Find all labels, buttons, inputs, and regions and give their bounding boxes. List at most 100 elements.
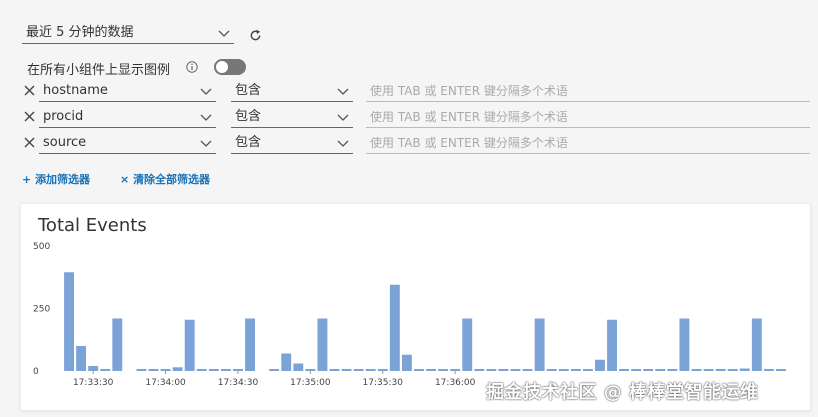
chart-bar[interactable] [679, 318, 690, 372]
refresh-icon[interactable] [249, 29, 262, 42]
filter-terms-input[interactable] [366, 106, 810, 128]
y-tick-label: 0 [33, 367, 39, 377]
chart-bar[interactable] [570, 369, 581, 371]
chart-bar[interactable] [389, 284, 400, 371]
x-tick-label: 17:35:00 [290, 378, 331, 388]
chart-bar[interactable] [510, 369, 521, 371]
chart-bar[interactable] [450, 369, 461, 371]
chart-bar[interactable] [64, 272, 74, 371]
x-tick-label: 17:34:30 [218, 378, 259, 388]
chart-bar[interactable] [341, 369, 352, 371]
filter-operator-value: 包含 [235, 83, 262, 98]
chart-bar[interactable] [329, 369, 340, 371]
filter-operator-select[interactable]: 包含 [231, 106, 353, 128]
x-tick-label: 17:35:30 [363, 378, 404, 388]
watermark: 掘金技术社区 @ 棒棒堂智能运维 [486, 382, 759, 403]
chart-bar[interactable] [160, 369, 171, 371]
chart-bar[interactable] [655, 369, 666, 371]
filter-operator-select[interactable]: 包含 [231, 132, 353, 154]
plus-icon: + [22, 173, 32, 186]
x-tick-label: 17:33:30 [73, 378, 114, 388]
chart-bar[interactable] [776, 369, 786, 371]
chart-bar[interactable] [715, 369, 726, 371]
chart-bar[interactable] [667, 369, 678, 371]
chart-bar[interactable] [317, 318, 328, 372]
chart-bar[interactable] [763, 369, 774, 371]
chart-bar[interactable] [196, 369, 207, 371]
filter-field-select[interactable]: procid [39, 106, 216, 128]
chart-bar[interactable] [739, 368, 750, 372]
chart-bar[interactable] [184, 319, 195, 371]
chart-bar[interactable] [426, 369, 436, 371]
filter-terms-input[interactable] [366, 80, 810, 102]
chart-bar[interactable] [353, 369, 364, 371]
chevron-down-icon [337, 88, 349, 95]
legend-toggle-switch[interactable] [214, 59, 246, 75]
add-filter-label: 添加筛选器 [35, 173, 91, 186]
chart-bar[interactable] [100, 369, 111, 371]
time-range-value: 最近 5 分钟的数据 [26, 25, 134, 40]
chart-bar[interactable] [534, 318, 545, 372]
chart-bar[interactable] [365, 369, 376, 371]
info-icon[interactable] [186, 61, 198, 73]
chart-bar[interactable] [76, 346, 87, 371]
chart-bar[interactable] [269, 369, 280, 371]
chart-bar[interactable] [607, 319, 617, 371]
chart-bar[interactable] [208, 369, 219, 371]
chart-bar[interactable] [112, 318, 123, 372]
clear-filters-label: 清除全部筛选器 [133, 173, 211, 186]
chart-bar[interactable] [727, 369, 738, 371]
filter-field-value: source [43, 135, 87, 150]
filter-operator-select[interactable]: 包含 [231, 80, 353, 102]
chart-bar[interactable] [751, 318, 762, 372]
chart-bar[interactable] [293, 363, 304, 372]
chart-bar[interactable] [172, 367, 183, 371]
remove-filter-icon[interactable] [24, 137, 35, 148]
chart-bar[interactable] [474, 369, 485, 371]
chart-bar[interactable] [619, 369, 630, 371]
chart-bar[interactable] [88, 366, 99, 371]
filter-terms-input[interactable] [366, 132, 810, 154]
chevron-down-icon [200, 140, 212, 147]
clear-filters-link[interactable]: × 清除全部筛选器 [120, 171, 210, 187]
chart-bar[interactable] [522, 369, 533, 371]
chart-bar[interactable] [377, 369, 388, 371]
chart-bar[interactable] [414, 369, 424, 371]
chart-bar[interactable] [486, 369, 497, 371]
chart-bar[interactable] [148, 369, 159, 371]
chart-bar[interactable] [462, 318, 473, 372]
chart-bar[interactable] [245, 318, 255, 372]
chart-bar[interactable] [582, 369, 593, 371]
x-tick-label: 17:34:00 [145, 378, 186, 388]
chart-bar[interactable] [631, 369, 642, 371]
y-tick-label: 500 [33, 242, 50, 252]
chevron-down-icon [200, 88, 212, 95]
filter-field-select[interactable]: source [39, 132, 216, 154]
chart-bar[interactable] [136, 369, 147, 371]
chart-bar[interactable] [498, 369, 509, 371]
chart-bar[interactable] [703, 369, 714, 371]
remove-filter-icon[interactable] [24, 85, 35, 96]
chart-bar[interactable] [220, 369, 231, 371]
close-icon: × [120, 173, 130, 186]
filter-field-value: hostname [43, 83, 108, 98]
x-tick-label: 17:36:00 [435, 378, 476, 388]
time-range-select[interactable]: 最近 5 分钟的数据 [22, 22, 234, 44]
chart-bar[interactable] [558, 369, 569, 371]
chart-bar[interactable] [595, 359, 605, 371]
remove-filter-icon[interactable] [24, 111, 35, 122]
chart-bar[interactable] [281, 353, 292, 372]
add-filter-link[interactable]: + 添加筛选器 [22, 171, 90, 187]
chart-bar[interactable] [438, 369, 449, 371]
chart-bar[interactable] [691, 369, 702, 371]
chevron-down-icon [218, 30, 230, 37]
filter-operator-value: 包含 [235, 109, 262, 124]
chart-bar[interactable] [643, 369, 654, 371]
chart-bar[interactable] [305, 369, 316, 371]
chart-bar[interactable] [401, 354, 412, 371]
chart-bar[interactable] [546, 369, 557, 371]
chart-bar[interactable] [233, 369, 243, 371]
filter-field-select[interactable]: hostname [39, 80, 216, 102]
y-tick-label: 250 [33, 305, 50, 315]
chevron-down-icon [337, 140, 349, 147]
